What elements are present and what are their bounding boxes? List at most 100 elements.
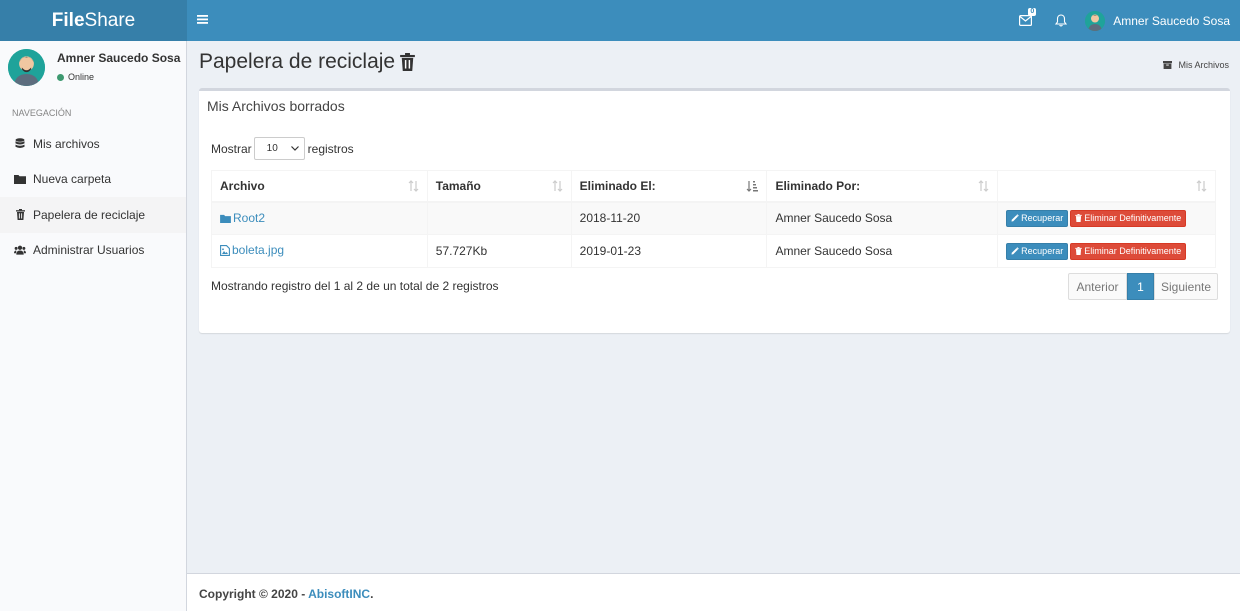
sidebar-item-label: Administrar Usuarios — [33, 243, 145, 258]
deleted-files-table: Archivo Tamaño Eliminado El: Eliminado P… — [211, 170, 1216, 268]
sort-icon — [408, 180, 419, 195]
sidebar-item-label: Nueva carpeta — [33, 172, 112, 187]
trash-icon — [14, 209, 26, 221]
column-label: Eliminado El: — [579, 178, 656, 193]
status-text: Online — [68, 72, 95, 82]
deleted-files-box: Mis Archivos borrados Mostrar 10 registr… — [199, 88, 1230, 333]
top-navbar: 0 Amner Saucedo Sosa — [187, 0, 1240, 41]
sidebar-item-mis-archivos[interactable]: Mis archivos — [0, 126, 186, 162]
length-control: Mostrar 10 registros — [211, 137, 354, 160]
column-header-eliminado-por[interactable]: Eliminado Por: — [766, 170, 999, 203]
file-link[interactable]: Root2 — [220, 211, 265, 225]
length-suffix: registros — [307, 141, 354, 156]
breadcrumb-label: Mis Archivos — [1178, 60, 1229, 70]
cell-tamano — [426, 201, 572, 235]
avatar — [8, 49, 45, 86]
column-header-eliminado-el[interactable]: Eliminado El: — [570, 170, 768, 203]
recover-button[interactable]: Recuperar — [1006, 242, 1069, 260]
table-info: Mostrando registro del 1 al 2 de un tota… — [211, 279, 499, 293]
box-title: Mis Archivos borrados — [207, 98, 345, 114]
column-label: Archivo — [220, 178, 265, 193]
page-length-value: 10 — [266, 143, 278, 154]
user-panel: Amner Saucedo Sosa Online — [0, 41, 186, 93]
footer: Copyright © 2020 - AbisoftINC. — [187, 573, 1240, 611]
page-length-select[interactable]: 10 — [253, 137, 305, 160]
column-label: Eliminado Por: — [775, 178, 861, 193]
sort-desc-icon — [746, 180, 759, 195]
delete-permanently-button[interactable]: Eliminar Definitivamente — [1070, 209, 1187, 227]
nav-header: NAVEGACIÓN — [12, 108, 72, 118]
sidebar-toggle-icon[interactable] — [197, 12, 213, 28]
sidebar-item-label: Mis archivos — [33, 136, 100, 151]
pencil-icon — [1011, 214, 1019, 222]
sort-icon — [552, 180, 563, 195]
table-header-row: Archivo Tamaño Eliminado El: Eliminado P… — [211, 170, 1216, 203]
sidebar-item-label: Papelera de reciclaje — [33, 207, 146, 222]
cell-eliminado-por: Amner Saucedo Sosa — [766, 234, 999, 268]
cell-eliminado-por: Amner Saucedo Sosa — [766, 201, 999, 235]
recover-label: Recuperar — [1021, 213, 1064, 224]
page-1-button[interactable]: 1 — [1127, 273, 1154, 300]
trash-icon — [1075, 214, 1082, 223]
company-link[interactable]: AbisoftINC — [308, 587, 370, 601]
delete-label: Eliminar Definitivamente — [1084, 246, 1182, 256]
cell-eliminado-el: 2019-01-23 — [570, 234, 768, 268]
cell-acciones: Recuperar Eliminar Definitivamente — [997, 234, 1216, 268]
column-header-archivo[interactable]: Archivo — [211, 170, 428, 203]
cell-archivo: Root2 — [211, 201, 428, 235]
folder-icon — [14, 173, 26, 185]
messages-badge: 0 — [1028, 8, 1037, 16]
length-prefix: Mostrar — [211, 141, 252, 156]
cell-archivo: boleta.jpg — [211, 234, 428, 268]
pencil-icon — [1011, 247, 1019, 255]
breadcrumb[interactable]: Mis Archivos — [1163, 60, 1229, 70]
user-menu[interactable]: Amner Saucedo Sosa — [1085, 10, 1230, 31]
sidebar-item-papelera[interactable]: Papelera de reciclaje — [0, 197, 186, 233]
folder-icon — [220, 214, 231, 223]
pagination: Anterior 1 Siguiente — [1068, 273, 1218, 300]
database-icon — [14, 137, 26, 150]
sort-icon — [978, 180, 989, 195]
column-header-acciones[interactable] — [997, 170, 1216, 203]
file-name: Root2 — [233, 211, 266, 225]
trash-icon — [1075, 247, 1082, 255]
sidebar-item-administrar-usuarios[interactable]: Administrar Usuarios — [0, 233, 186, 269]
column-header-tamano[interactable]: Tamaño — [426, 170, 572, 203]
messages-button[interactable]: 0 — [1007, 0, 1043, 41]
page-title-text: Papelera de reciclaje — [199, 50, 396, 73]
cell-acciones: Recuperar Eliminar Definitivamente — [997, 201, 1216, 235]
logo-rest: Share — [84, 9, 136, 31]
delete-permanently-button[interactable]: Eliminar Definitivamente — [1070, 242, 1187, 260]
previous-page-button[interactable]: Anterior — [1068, 273, 1127, 300]
archive-icon — [1163, 61, 1173, 69]
app-logo[interactable]: File Share — [0, 0, 187, 41]
column-label: Tamaño — [435, 178, 481, 193]
sidebar-user-name: Amner Saucedo Sosa — [57, 51, 181, 65]
online-dot-icon — [57, 73, 64, 81]
bell-icon — [1055, 14, 1068, 27]
chevron-down-icon — [290, 146, 299, 151]
image-file-icon — [220, 244, 230, 256]
cell-tamano: 57.727Kb — [426, 234, 572, 268]
logo-bold: File — [51, 9, 85, 31]
notifications-button[interactable] — [1043, 0, 1079, 41]
table-row: boleta.jpg 57.727Kb 2019-01-23 Amner Sau… — [211, 234, 1216, 268]
page-title: Papelera de reciclaje — [199, 50, 415, 74]
avatar — [1085, 10, 1106, 31]
copyright-suffix: . — [370, 587, 374, 601]
delete-label: Eliminar Definitivamente — [1084, 213, 1182, 224]
table-row: Root2 2018-11-20 Amner Saucedo Sosa Recu… — [211, 201, 1216, 235]
sidebar: Amner Saucedo Sosa Online NAVEGACIÓN Mis… — [0, 41, 187, 611]
sidebar-item-nueva-carpeta[interactable]: Nueva carpeta — [0, 162, 186, 198]
navbar-user-name: Amner Saucedo Sosa — [1113, 13, 1230, 28]
users-icon — [14, 244, 26, 256]
next-page-button[interactable]: Siguiente — [1154, 273, 1218, 300]
trash-icon — [400, 53, 415, 71]
cell-eliminado-el: 2018-11-20 — [570, 201, 768, 235]
recover-label: Recuperar — [1021, 246, 1064, 256]
copyright-text: Copyright © 2020 - — [199, 587, 309, 601]
file-link[interactable]: boleta.jpg — [220, 243, 284, 257]
sort-icon — [1196, 180, 1207, 195]
recover-button[interactable]: Recuperar — [1006, 209, 1069, 227]
envelope-icon — [1018, 15, 1032, 26]
